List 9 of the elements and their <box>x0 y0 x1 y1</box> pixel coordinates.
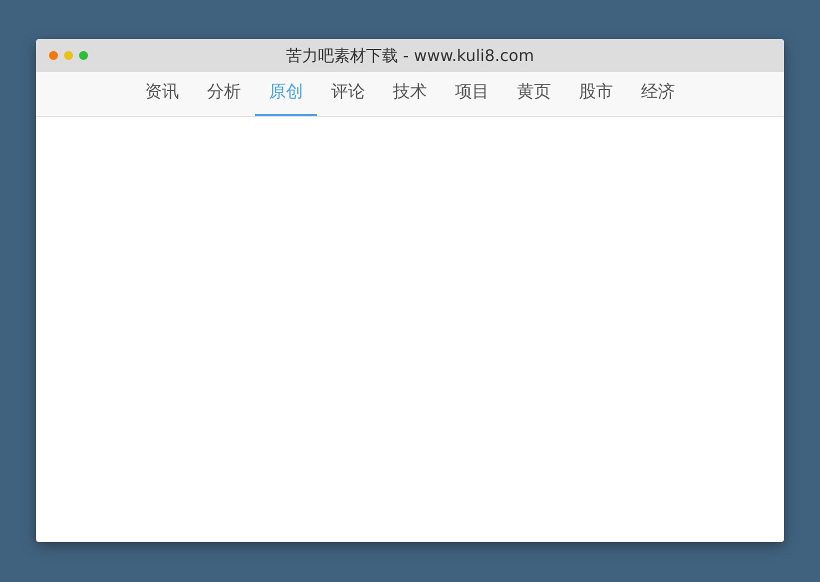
nav-tab[interactable]: 评论 <box>317 72 379 116</box>
nav-tab[interactable]: 股市 <box>565 72 627 116</box>
nav-tab[interactable]: 黄页 <box>503 72 565 116</box>
nav-tab[interactable]: 资讯 <box>131 72 193 116</box>
nav-tab[interactable]: 经济 <box>627 72 689 116</box>
nav-tab[interactable]: 项目 <box>441 72 503 116</box>
nav-tab[interactable]: 分析 <box>193 72 255 116</box>
window-title: 苦力吧素材下载 - www.kuli8.com <box>286 44 534 66</box>
nav-tab[interactable]: 技术 <box>379 72 441 116</box>
